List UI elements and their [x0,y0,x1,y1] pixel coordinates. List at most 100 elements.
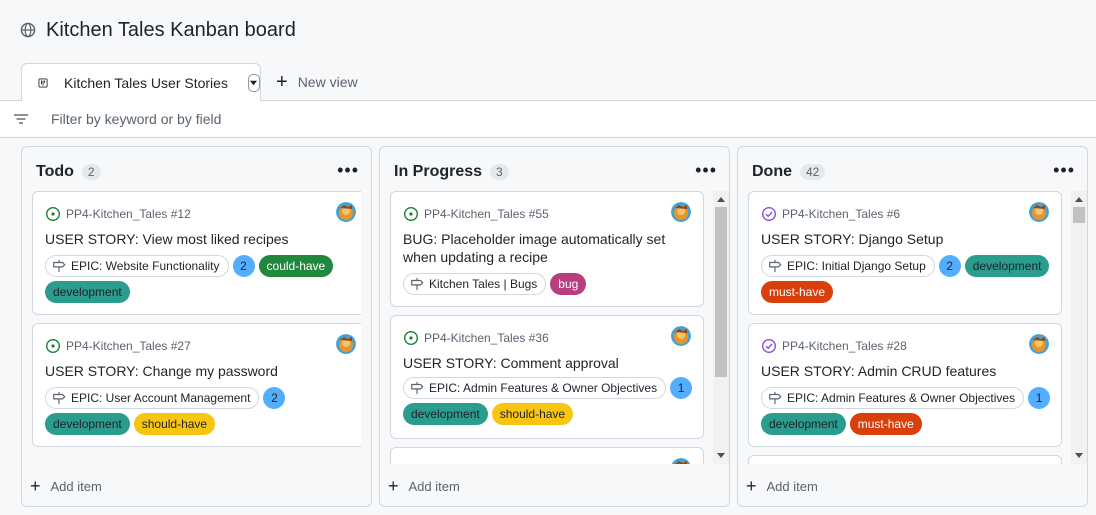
filter-input[interactable]: Filter by keyword or by field [51,111,221,127]
add-item-button[interactable]: + Add item [388,476,460,496]
card-title[interactable]: USER STORY: Comment approval [403,354,691,372]
plus-icon: + [388,476,399,496]
plus-icon: + [276,71,288,93]
column-todo: Todo 2 ••• PP4-Kitchen_Tales #12 USER ST… [21,146,372,507]
issue-card[interactable]: PP4-Kitchen_Tales #36 USER STORY: Commen… [390,315,704,439]
label-development[interactable]: development [45,281,130,303]
count-badge: 2 [232,255,255,277]
issue-card[interactable]: PP4-Kitchen_Tales #55 BUG: Placeholder i… [390,191,704,307]
label-development[interactable]: development [403,403,488,425]
issue-closed-icon [761,338,777,354]
label-must-have[interactable]: must-have [761,281,834,303]
issue-card[interactable] [390,447,704,464]
epic-chip[interactable]: Kitchen Tales | Bugs [403,273,547,295]
label-must-have[interactable]: must-have [849,413,922,435]
milestone-icon [53,259,66,273]
card-title[interactable]: USER STORY: View most liked recipes [45,230,356,248]
avatar[interactable] [671,326,691,346]
add-item-label: Add item [408,478,460,494]
milestone-icon [769,391,782,405]
epic-chip[interactable]: EPIC: User Account Management [45,387,260,409]
card-labels: Kitchen Tales | Bugs bug [403,273,695,295]
add-item-button[interactable]: + Add item [30,476,102,496]
epic-text: Kitchen Tales | Bugs [429,277,538,291]
avatar-image [1029,334,1049,354]
epic-chip[interactable]: EPIC: Initial Django Setup [761,255,935,277]
card-ref-text[interactable]: PP4-Kitchen_Tales #55 [424,207,549,221]
add-item-label: Add item [766,478,818,494]
label-should-have[interactable]: should-have [133,413,216,435]
label-should-have[interactable]: should-have [491,403,574,425]
avatar-image [671,202,691,222]
issue-card[interactable]: PP4-Kitchen_Tales #28 USER STORY: Admin … [748,323,1062,447]
plus-icon: + [746,476,757,496]
issue-open-icon [45,338,61,354]
column-header: Todo 2 [36,161,101,183]
issue-open-icon [45,206,61,222]
card-ref-text[interactable]: PP4-Kitchen_Tales #6 [782,207,900,221]
card-ref-text[interactable]: PP4-Kitchen_Tales #36 [424,331,549,345]
issue-card[interactable]: PP4-Kitchen_Tales #6 USER STORY: Django … [748,191,1062,315]
card-title[interactable]: USER STORY: Django Setup [761,230,1049,248]
label-bug[interactable]: bug [550,273,587,295]
filter-bar: Filter by keyword or by field [0,100,1096,138]
label-development[interactable]: development [964,255,1050,277]
milestone-icon [53,391,66,405]
scroll-down-arrow[interactable] [717,453,725,458]
avatar[interactable] [336,202,356,222]
epic-text: EPIC: Initial Django Setup [787,259,926,273]
scroll-up-arrow[interactable] [717,197,725,202]
card-ref-text[interactable]: PP4-Kitchen_Tales #27 [66,339,191,353]
card-list: PP4-Kitchen_Tales #12 USER STORY: View m… [32,191,361,464]
epic-chip[interactable]: EPIC: Admin Features & Owner Objectives [761,387,1025,409]
project-header: Kitchen Tales Kanban board [20,14,296,46]
label-could-have[interactable]: could-have [258,255,334,277]
card-ref-text[interactable]: PP4-Kitchen_Tales #28 [782,339,907,353]
column-count: 3 [490,164,509,180]
card-title[interactable]: BUG: Placeholder image automatically set… [403,230,691,266]
avatar[interactable] [1029,334,1049,354]
card-list: PP4-Kitchen_Tales #6 USER STORY: Django … [748,191,1077,464]
add-item-button[interactable]: + Add item [746,476,818,496]
column-title: Todo [36,163,74,180]
plus-icon: + [30,476,41,496]
column-menu-button[interactable]: ••• [695,161,717,179]
card-ref: PP4-Kitchen_Tales #27 [45,338,191,354]
avatar[interactable] [671,202,691,222]
column-header: Done 42 [752,161,826,183]
scroll-thumb[interactable] [715,207,727,377]
card-title[interactable]: USER STORY: Change my password [45,362,356,380]
issue-card[interactable] [748,455,1062,464]
card-labels: EPIC: User Account Management 2 developm… [45,387,360,435]
issue-card[interactable]: PP4-Kitchen_Tales #27 USER STORY: Change… [32,323,361,447]
globe-icon [20,22,36,38]
filter-icon [14,114,28,124]
card-ref: PP4-Kitchen_Tales #6 [761,206,900,222]
epic-chip[interactable]: EPIC: Website Functionality [45,255,229,277]
avatar[interactable] [336,334,356,354]
view-options-button[interactable] [247,73,260,92]
scrollbar[interactable] [713,191,729,464]
scroll-thumb[interactable] [1073,207,1085,223]
column-menu-button[interactable]: ••• [1053,161,1075,179]
column-menu-button[interactable]: ••• [337,161,359,179]
tab-kitchen-tales-user-stories[interactable]: Kitchen Tales User Stories [21,63,261,101]
card-title[interactable]: USER STORY: Admin CRUD features [761,362,1049,380]
card-ref-text[interactable]: PP4-Kitchen_Tales #12 [66,207,191,221]
milestone-icon [411,277,424,291]
scroll-down-arrow[interactable] [1075,453,1083,458]
column-count: 2 [81,164,101,180]
avatar[interactable] [671,458,691,464]
label-development[interactable]: development [45,413,130,435]
scroll-up-arrow[interactable] [1075,197,1083,202]
scrollbar[interactable] [1071,191,1087,464]
avatar[interactable] [1029,202,1049,222]
epic-chip[interactable]: EPIC: Admin Features & Owner Objectives [403,377,667,399]
issue-card[interactable]: PP4-Kitchen_Tales #12 USER STORY: View m… [32,191,361,315]
new-view-button[interactable]: + New view [276,72,358,92]
column-done: Done 42 ••• PP4-Kitchen_Tales #6 USER ST… [737,146,1088,507]
count-badge: 2 [263,387,286,409]
label-development[interactable]: development [761,413,846,435]
avatar-image [336,202,356,222]
count-badge: 1 [1028,387,1051,409]
